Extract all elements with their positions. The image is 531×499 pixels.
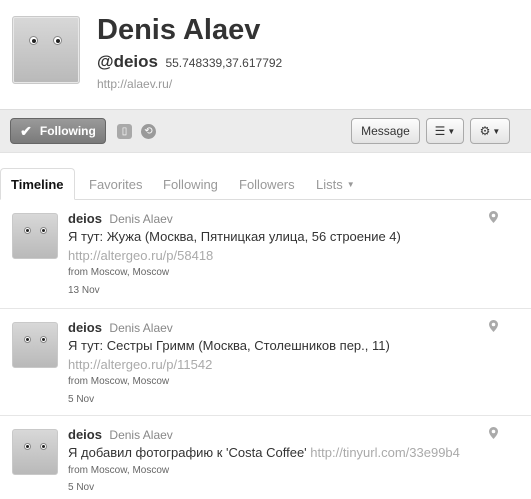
- profile-handle-line: @deios 55.748339,37.617792: [97, 52, 282, 72]
- avatar-eye-left: [24, 443, 31, 450]
- avatar-eye-right: [40, 336, 47, 343]
- tweet-username[interactable]: deios: [68, 211, 102, 226]
- tab-lists-label: Lists: [316, 176, 343, 192]
- tweet-username[interactable]: deios: [68, 320, 102, 335]
- tab-lists[interactable]: Lists ▼: [316, 168, 355, 200]
- chevron-down-icon: ▼: [346, 179, 355, 189]
- check-icon: ✔: [20, 122, 32, 139]
- tweet-avatar[interactable]: [12, 429, 58, 475]
- tweet-timestamp[interactable]: 13 Nov: [68, 285, 100, 296]
- chevron-down-icon: ▼: [447, 126, 456, 136]
- tweet-link[interactable]: http://altergeo.ru/p/58418: [68, 248, 213, 263]
- tweet-location: from Moscow, Moscow: [68, 465, 170, 476]
- profile-action-bar: ✔ Following ▯ ⟲ Message ☰ ▼ ⚙ ▼: [0, 109, 531, 153]
- profile-url-link[interactable]: http://alaev.ru/: [97, 77, 172, 91]
- avatar-eye-left: [24, 336, 31, 343]
- avatar-eye-left: [24, 227, 31, 234]
- tweet-fullname: Denis Alaev: [109, 212, 173, 226]
- following-button[interactable]: ✔ Following: [10, 118, 106, 144]
- tweet-location: from Moscow, Moscow: [68, 376, 170, 387]
- avatar-eye-left: [29, 36, 38, 45]
- location-pin-icon[interactable]: [489, 211, 498, 223]
- profile-handle: @deios: [97, 52, 158, 71]
- tweet-avatar[interactable]: [12, 322, 58, 368]
- profile-tabs: Timeline Favorites Following Followers L…: [0, 168, 531, 200]
- tweet-item[interactable]: deios Denis Alaev Я тут: Жужа (Москва, П…: [0, 201, 531, 309]
- tweet-timestamp[interactable]: 5 Nov: [68, 394, 94, 405]
- profile-location: 55.748339,37.617792: [165, 56, 283, 70]
- settings-menu-button[interactable]: ⚙ ▼: [470, 118, 510, 144]
- profile-avatar[interactable]: [12, 16, 80, 84]
- tweet-item[interactable]: deios Denis Alaev Я тут: Сестры Гримм (М…: [0, 310, 531, 416]
- list-menu-button[interactable]: ☰ ▼: [426, 118, 464, 144]
- tweet-location: from Moscow, Moscow: [68, 267, 170, 278]
- chevron-down-icon: ▼: [492, 126, 501, 136]
- tweet-timestamp[interactable]: 5 Nov: [68, 482, 94, 493]
- location-pin-icon[interactable]: [489, 427, 498, 439]
- message-button[interactable]: Message: [351, 118, 420, 144]
- tweet-text: Я тут: Сестры Гримм (Москва, Столешников…: [68, 338, 390, 353]
- tweet-username[interactable]: deios: [68, 427, 102, 442]
- profile-header: Denis Alaev @deios 55.748339,37.617792 h…: [0, 0, 531, 108]
- retweet-icon[interactable]: ⟲: [141, 124, 156, 139]
- device-icon[interactable]: ▯: [117, 124, 132, 139]
- tweet-item[interactable]: deios Denis Alaev Я добавил фотографию к…: [0, 417, 531, 499]
- avatar-eye-right: [53, 36, 62, 45]
- tweet-fullname: Denis Alaev: [109, 428, 173, 442]
- location-pin-icon[interactable]: [489, 320, 498, 332]
- tab-favorites[interactable]: Favorites: [89, 168, 142, 200]
- tweet-text-line: Я добавил фотографию к 'Costa Coffee' ht…: [68, 445, 460, 460]
- following-button-label: Following: [39, 124, 96, 138]
- tab-following[interactable]: Following: [163, 168, 218, 200]
- list-icon: ☰: [434, 124, 446, 138]
- tab-timeline[interactable]: Timeline: [0, 168, 75, 200]
- tweet-header: deios Denis Alaev: [68, 319, 173, 337]
- avatar-eye-right: [40, 227, 47, 234]
- tweet-link[interactable]: http://tinyurl.com/33e99b4: [310, 445, 460, 460]
- avatar-eye-right: [40, 443, 47, 450]
- profile-name: Denis Alaev: [97, 14, 261, 46]
- gear-icon: ⚙: [479, 124, 491, 138]
- tab-followers[interactable]: Followers: [239, 168, 295, 200]
- tweet-fullname: Denis Alaev: [109, 321, 173, 335]
- tweet-header: deios Denis Alaev: [68, 426, 173, 444]
- tweet-text: Я добавил фотографию к 'Costa Coffee': [68, 445, 307, 460]
- tweet-avatar[interactable]: [12, 213, 58, 259]
- tweet-header: deios Denis Alaev: [68, 210, 173, 228]
- tweet-text: Я тут: Жужа (Москва, Пятницкая улица, 56…: [68, 229, 401, 244]
- tweet-link[interactable]: http://altergeo.ru/p/11542: [68, 357, 212, 372]
